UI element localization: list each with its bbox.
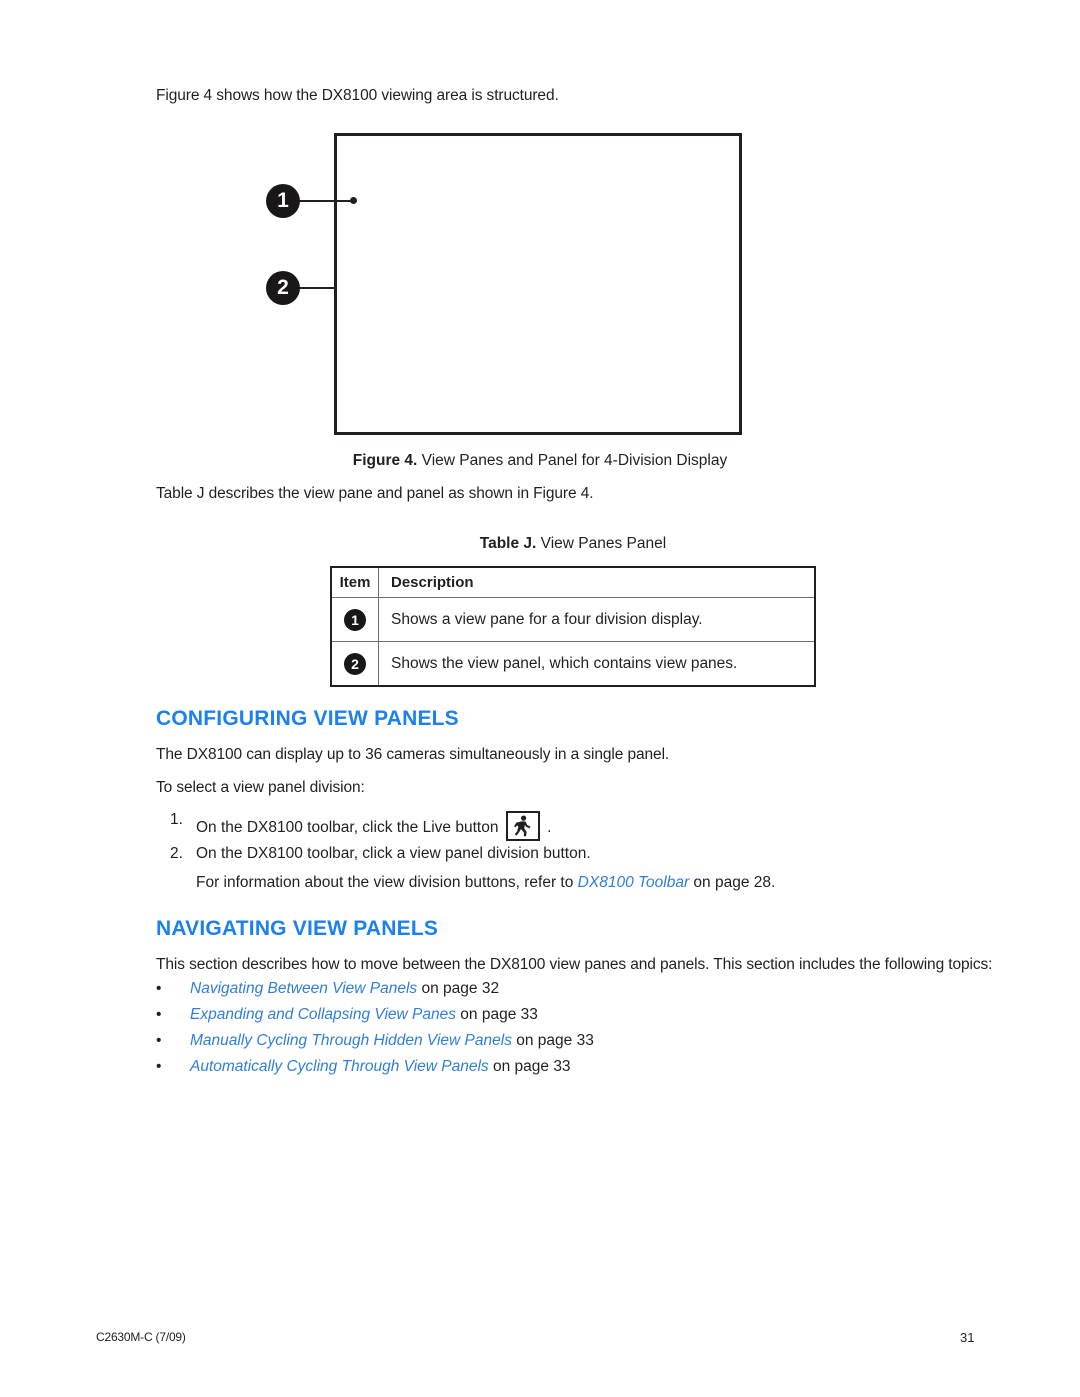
figure-callout-1: 1 — [266, 184, 300, 218]
cross-reference-link[interactable]: Automatically Cycling Through View Panel… — [190, 1058, 489, 1075]
bullet-icon: • — [156, 1006, 162, 1023]
cross-reference-link[interactable]: Navigating Between View Panels — [190, 980, 417, 997]
step-1-text-before: On the DX8100 toolbar, click the Live bu… — [196, 819, 499, 836]
cross-reference-link[interactable]: Manually Cycling Through Hidden View Pan… — [190, 1032, 512, 1049]
configuring-paragraph-2: To select a view panel division: — [156, 779, 365, 796]
navigating-paragraph-1: This section describes how to move betwe… — [156, 956, 993, 973]
table-caption: Table J. View Panes Panel — [330, 535, 816, 553]
list-item-suffix: on page 33 — [511, 1032, 594, 1049]
table-intro-paragraph: Table J describes the view pane and pane… — [156, 485, 594, 502]
bullet-icon: • — [156, 1032, 162, 1049]
item-badge-2: 2 — [344, 652, 366, 675]
figure-callout-2: 2 — [266, 271, 300, 305]
heading-configuring-view-panels: CONFIGURING VIEW PANELS — [156, 707, 459, 730]
footer-document-code: C2630M-C (7/09) — [96, 1330, 186, 1344]
live-walking-person-icon[interactable] — [505, 811, 540, 841]
list-item-suffix: on page 33 — [455, 1006, 538, 1023]
step-2-text: On the DX8100 toolbar, click a view pane… — [196, 845, 591, 862]
step-2-note: For information about the view division … — [196, 874, 775, 892]
list-item-suffix: on page 33 — [488, 1058, 571, 1075]
step-1-text-after: . — [547, 819, 552, 836]
table-row: 2 Shows the view panel, which contains v… — [330, 641, 816, 687]
callout-1-leader-line — [298, 200, 354, 202]
list-item-text: Expanding and Collapsing View Panes on p… — [190, 1005, 538, 1025]
table-header-row: Item Description — [330, 566, 816, 598]
intro-paragraph: Figure 4 shows how the DX8100 viewing ar… — [156, 87, 559, 104]
figure-view-panel-box — [334, 133, 742, 435]
step-2-note-before: For information about the view division … — [196, 874, 578, 891]
list-item-text: Navigating Between View Panels on page 3… — [190, 979, 499, 999]
list-item-text: Manually Cycling Through Hidden View Pan… — [190, 1031, 594, 1051]
step-2-number: 2. — [170, 845, 183, 862]
bullet-icon: • — [156, 980, 162, 997]
column-header-item: Item — [330, 566, 379, 598]
view-panes-panel-table: Item Description 1 Shows a view pane for… — [330, 566, 816, 687]
footer-page-number: 31 — [960, 1330, 975, 1345]
figure-caption-label: Figure 4. — [352, 452, 418, 469]
item-badge-1: 1 — [344, 608, 366, 631]
list-item-text: Automatically Cycling Through View Panel… — [190, 1057, 571, 1077]
bullet-icon: • — [156, 1058, 162, 1075]
callout-1-leader-dot — [350, 197, 357, 204]
cross-reference-link[interactable]: Expanding and Collapsing View Panes — [190, 1006, 456, 1023]
list-item-suffix: on page 32 — [417, 980, 500, 997]
step-1-number: 1. — [170, 811, 183, 828]
row-item-badge-cell: 1 — [330, 597, 379, 642]
row-description-cell: Shows the view panel, which contains vie… — [378, 641, 816, 687]
column-header-description: Description — [378, 566, 816, 598]
table-caption-text: View Panes Panel — [540, 535, 667, 552]
table-caption-label: Table J. — [479, 535, 537, 552]
step-2-note-after: on page 28. — [689, 874, 776, 891]
row-item-badge-cell: 2 — [330, 641, 379, 687]
configuring-paragraph-1: The DX8100 can display up to 36 cameras … — [156, 746, 670, 763]
figure-caption-text: View Panes and Panel for 4-Division Disp… — [421, 452, 728, 469]
figure-caption: Figure 4. View Panes and Panel for 4-Div… — [0, 452, 1080, 470]
table-row: 1 Shows a view pane for a four division … — [330, 597, 816, 642]
callout-2-leader-line — [298, 287, 336, 289]
heading-navigating-view-panels: NAVIGATING VIEW PANELS — [156, 917, 439, 940]
step-1-text: On the DX8100 toolbar, click the Live bu… — [196, 811, 551, 841]
document-page: Figure 4 shows how the DX8100 viewing ar… — [0, 0, 1080, 1397]
row-description-cell: Shows a view pane for a four division di… — [378, 597, 816, 642]
cross-reference-dx8100-toolbar[interactable]: DX8100 Toolbar — [578, 874, 689, 891]
